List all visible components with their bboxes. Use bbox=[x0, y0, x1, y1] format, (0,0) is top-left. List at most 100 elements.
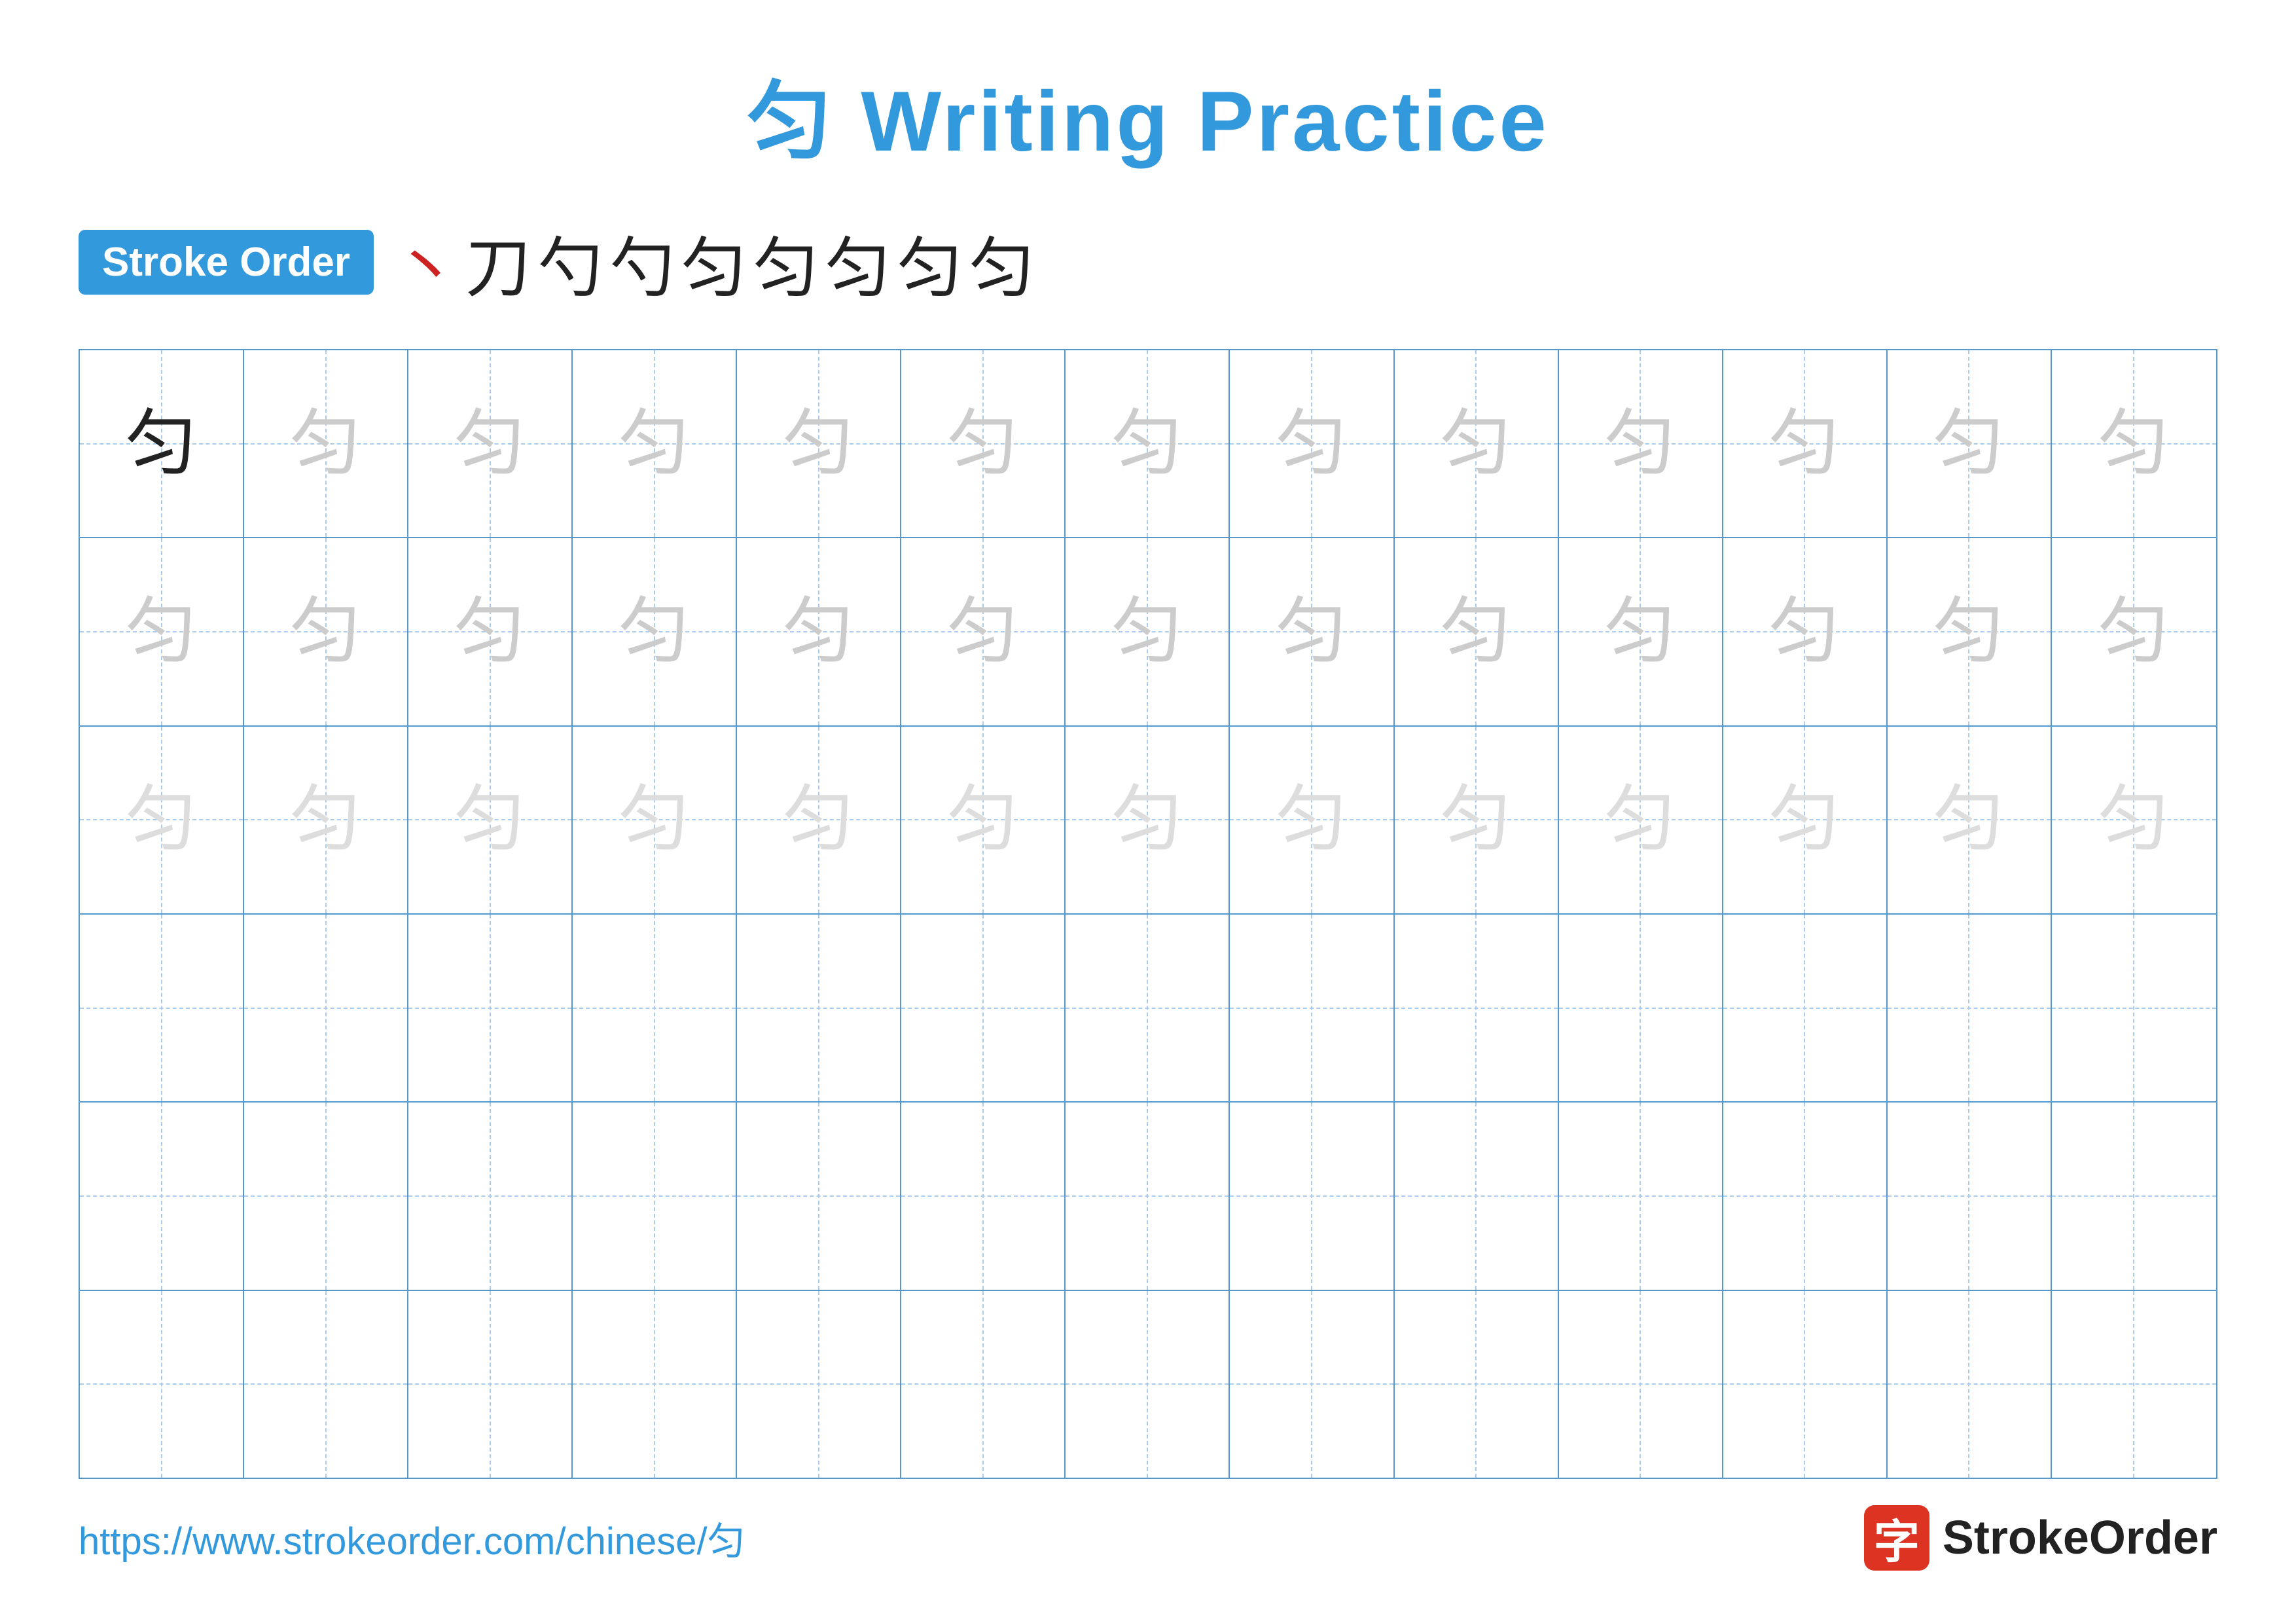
char-display: 匀 bbox=[1276, 408, 1348, 480]
grid-cell-3-1[interactable]: 匀 bbox=[80, 727, 244, 913]
grid-cell-2-10[interactable]: 匀 bbox=[1559, 538, 1723, 725]
grid-cell-2-7[interactable]: 匀 bbox=[1066, 538, 1230, 725]
grid-cell-6-12[interactable] bbox=[1888, 1291, 2052, 1478]
grid-cell-6-13[interactable] bbox=[2052, 1291, 2216, 1478]
grid-cell-5-4[interactable] bbox=[573, 1103, 737, 1289]
grid-cell-3-5[interactable]: 匀 bbox=[737, 727, 901, 913]
grid-cell-5-12[interactable] bbox=[1888, 1103, 2052, 1289]
grid-cell-4-10[interactable] bbox=[1559, 915, 1723, 1101]
char-display: 匀 bbox=[1933, 784, 2005, 856]
stroke-3: 勺 bbox=[537, 215, 603, 310]
grid-cell-6-8[interactable] bbox=[1230, 1291, 1394, 1478]
grid-cell-2-3[interactable]: 匀 bbox=[408, 538, 573, 725]
grid-cell-2-12[interactable]: 匀 bbox=[1888, 538, 2052, 725]
grid-cell-2-13[interactable]: 匀 bbox=[2052, 538, 2216, 725]
grid-cell-5-7[interactable] bbox=[1066, 1103, 1230, 1289]
grid-cell-3-8[interactable]: 匀 bbox=[1230, 727, 1394, 913]
grid-cell-1-1[interactable]: 匀 bbox=[80, 350, 244, 537]
grid-cell-3-11[interactable]: 匀 bbox=[1723, 727, 1888, 913]
char-display: 匀 bbox=[454, 408, 526, 480]
grid-cell-4-6[interactable] bbox=[901, 915, 1066, 1101]
char-display: 匀 bbox=[126, 784, 198, 856]
brand-icon-char: 字 bbox=[1874, 1505, 1920, 1571]
grid-cell-4-4[interactable] bbox=[573, 915, 737, 1101]
grid-cell-6-2[interactable] bbox=[244, 1291, 408, 1478]
char-display: 匀 bbox=[1440, 784, 1512, 856]
grid-cell-3-10[interactable]: 匀 bbox=[1559, 727, 1723, 913]
grid-cell-6-5[interactable] bbox=[737, 1291, 901, 1478]
grid-cell-4-1[interactable] bbox=[80, 915, 244, 1101]
grid-cell-5-1[interactable] bbox=[80, 1103, 244, 1289]
page-title: 匀 Writing Practice bbox=[747, 52, 1549, 175]
grid-cell-5-2[interactable] bbox=[244, 1103, 408, 1289]
grid-cell-1-11[interactable]: 匀 bbox=[1723, 350, 1888, 537]
char-display: 匀 bbox=[454, 596, 526, 668]
grid-cell-2-8[interactable]: 匀 bbox=[1230, 538, 1394, 725]
grid-cell-4-13[interactable] bbox=[2052, 915, 2216, 1101]
grid-cell-2-1[interactable]: 匀 bbox=[80, 538, 244, 725]
grid-cell-6-1[interactable] bbox=[80, 1291, 244, 1478]
char-display: 匀 bbox=[619, 784, 691, 856]
grid-cell-3-12[interactable]: 匀 bbox=[1888, 727, 2052, 913]
char-display: 匀 bbox=[783, 784, 855, 856]
grid-row-5 bbox=[80, 1103, 2216, 1290]
grid-cell-1-13[interactable]: 匀 bbox=[2052, 350, 2216, 537]
grid-cell-1-2[interactable]: 匀 bbox=[244, 350, 408, 537]
grid-cell-4-3[interactable] bbox=[408, 915, 573, 1101]
grid-cell-4-5[interactable] bbox=[737, 915, 901, 1101]
grid-cell-1-7[interactable]: 匀 bbox=[1066, 350, 1230, 537]
grid-cell-4-12[interactable] bbox=[1888, 915, 2052, 1101]
grid-cell-5-3[interactable] bbox=[408, 1103, 573, 1289]
grid-cell-6-3[interactable] bbox=[408, 1291, 573, 1478]
grid-cell-3-9[interactable]: 匀 bbox=[1395, 727, 1559, 913]
grid-cell-4-2[interactable] bbox=[244, 915, 408, 1101]
grid-cell-4-7[interactable] bbox=[1066, 915, 1230, 1101]
grid-cell-3-4[interactable]: 匀 bbox=[573, 727, 737, 913]
grid-cell-5-10[interactable] bbox=[1559, 1103, 1723, 1289]
char-display: 匀 bbox=[290, 784, 362, 856]
grid-cell-5-13[interactable] bbox=[2052, 1103, 2216, 1289]
grid-cell-6-11[interactable] bbox=[1723, 1291, 1888, 1478]
grid-cell-2-6[interactable]: 匀 bbox=[901, 538, 1066, 725]
grid-cell-1-12[interactable]: 匀 bbox=[1888, 350, 2052, 537]
grid-cell-3-13[interactable]: 匀 bbox=[2052, 727, 2216, 913]
char-display: 匀 bbox=[1604, 408, 1676, 480]
grid-cell-1-6[interactable]: 匀 bbox=[901, 350, 1066, 537]
char-display: 匀 bbox=[1604, 596, 1676, 668]
char-display: 匀 bbox=[126, 408, 198, 480]
grid-cell-1-8[interactable]: 匀 bbox=[1230, 350, 1394, 537]
grid-cell-5-6[interactable] bbox=[901, 1103, 1066, 1289]
grid-cell-2-4[interactable]: 匀 bbox=[573, 538, 737, 725]
brand-name: StrokeOrder bbox=[1943, 1511, 2217, 1565]
grid-cell-5-11[interactable] bbox=[1723, 1103, 1888, 1289]
grid-cell-5-8[interactable] bbox=[1230, 1103, 1394, 1289]
grid-cell-2-5[interactable]: 匀 bbox=[737, 538, 901, 725]
grid-cell-4-11[interactable] bbox=[1723, 915, 1888, 1101]
char-display: 匀 bbox=[454, 784, 526, 856]
grid-cell-3-3[interactable]: 匀 bbox=[408, 727, 573, 913]
grid-cell-3-7[interactable]: 匀 bbox=[1066, 727, 1230, 913]
grid-cell-3-2[interactable]: 匀 bbox=[244, 727, 408, 913]
grid-cell-6-9[interactable] bbox=[1395, 1291, 1559, 1478]
grid-cell-2-11[interactable]: 匀 bbox=[1723, 538, 1888, 725]
grid-cell-6-4[interactable] bbox=[573, 1291, 737, 1478]
grid-cell-6-7[interactable] bbox=[1066, 1291, 1230, 1478]
grid-cell-1-10[interactable]: 匀 bbox=[1559, 350, 1723, 537]
grid-cell-1-3[interactable]: 匀 bbox=[408, 350, 573, 537]
grid-cell-5-5[interactable] bbox=[737, 1103, 901, 1289]
grid-cell-4-8[interactable] bbox=[1230, 915, 1394, 1101]
char-display: 匀 bbox=[1276, 784, 1348, 856]
char-display: 匀 bbox=[126, 596, 198, 668]
grid-cell-6-6[interactable] bbox=[901, 1291, 1066, 1478]
stroke-7: 匀 bbox=[825, 215, 891, 310]
page: 匀 Writing Practice Stroke Order 丶 刀 勺 勺 … bbox=[0, 0, 2296, 1623]
grid-cell-1-5[interactable]: 匀 bbox=[737, 350, 901, 537]
grid-cell-2-9[interactable]: 匀 bbox=[1395, 538, 1559, 725]
grid-cell-2-2[interactable]: 匀 bbox=[244, 538, 408, 725]
grid-cell-3-6[interactable]: 匀 bbox=[901, 727, 1066, 913]
grid-cell-1-4[interactable]: 匀 bbox=[573, 350, 737, 537]
grid-cell-4-9[interactable] bbox=[1395, 915, 1559, 1101]
grid-cell-5-9[interactable] bbox=[1395, 1103, 1559, 1289]
grid-cell-6-10[interactable] bbox=[1559, 1291, 1723, 1478]
grid-cell-1-9[interactable]: 匀 bbox=[1395, 350, 1559, 537]
